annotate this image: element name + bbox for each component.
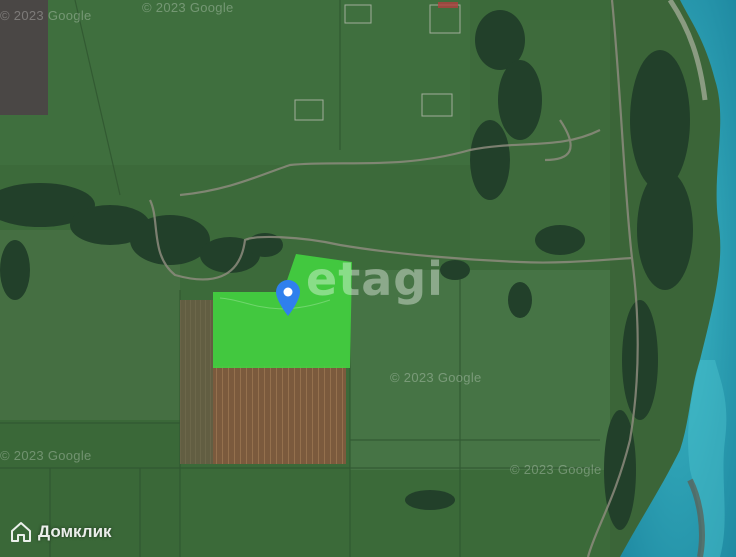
- google-watermark: © 2023 Google: [142, 0, 234, 15]
- google-watermark: © 2023 Google: [510, 462, 602, 477]
- google-watermark: © 2023 Google: [0, 448, 92, 463]
- brand-name: Домклик: [38, 522, 112, 541]
- domclick-logo: Домклик: [10, 521, 112, 543]
- google-watermark: © 2023 Google: [390, 370, 482, 385]
- etagi-watermark: etagi: [306, 252, 444, 306]
- google-watermark: © 2023 Google: [0, 8, 92, 23]
- home-icon: [11, 522, 31, 542]
- location-pin-icon[interactable]: [276, 280, 300, 318]
- satellite-map[interactable]: © 2023 Google © 2023 Google © 2023 Googl…: [0, 0, 736, 557]
